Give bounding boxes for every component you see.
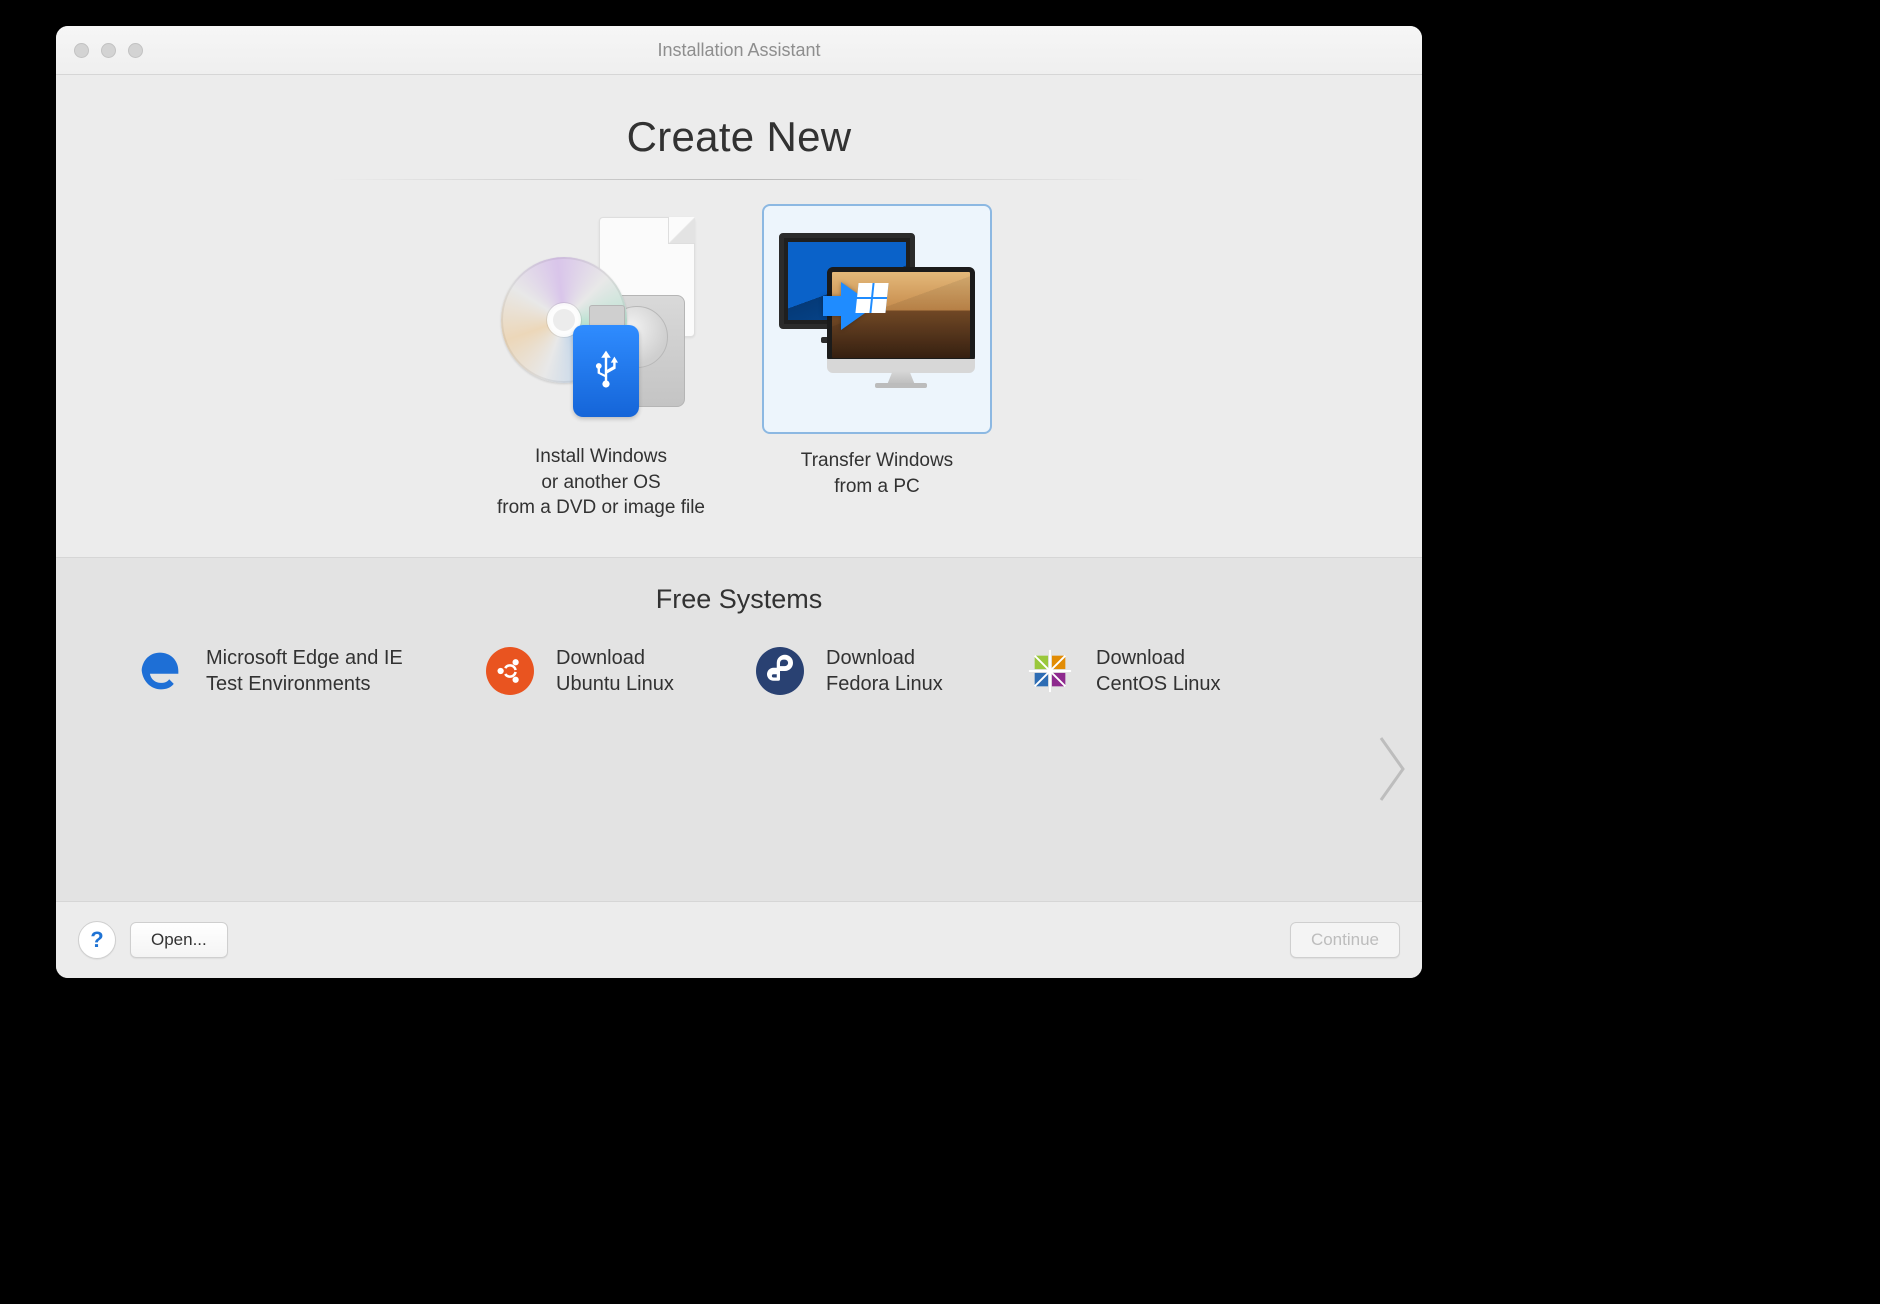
usb-drive-icon: [573, 305, 639, 417]
option-install-os-card: [488, 204, 714, 430]
transfer-windows-icon: [779, 227, 975, 411]
install-media-icon: [501, 217, 701, 417]
free-item-label: Download Fedora Linux: [826, 645, 943, 697]
caption-line: Transfer Windows: [801, 450, 953, 471]
label-line: Download: [556, 647, 645, 669]
free-item-label: Download Ubuntu Linux: [556, 645, 674, 697]
create-new-heading: Create New: [96, 113, 1382, 161]
titlebar: Installation Assistant: [56, 26, 1422, 75]
label-line: Download: [826, 647, 915, 669]
option-install-os-caption: Install Windows or another OS from a DVD…: [497, 444, 705, 521]
caption-line: or another OS: [541, 472, 660, 493]
bottom-bar: ? Open... Continue: [56, 901, 1422, 978]
label-line: Ubuntu Linux: [556, 673, 674, 695]
free-systems-section: Free Systems Microsoft Edge and IE Test …: [56, 557, 1422, 901]
continue-button-label: Continue: [1311, 930, 1379, 950]
close-window-button[interactable]: [74, 43, 89, 58]
window-title: Installation Assistant: [56, 40, 1422, 61]
window-controls: [74, 43, 143, 58]
label-line: CentOS Linux: [1096, 673, 1221, 695]
help-button[interactable]: ?: [78, 921, 116, 959]
separator-line: [329, 179, 1149, 180]
label-line: Microsoft Edge and IE: [206, 647, 403, 669]
free-item-fedora[interactable]: Download Fedora Linux: [756, 645, 976, 697]
windows-logo-icon: [855, 283, 888, 313]
open-button-label: Open...: [151, 930, 207, 950]
free-item-centos[interactable]: Download CentOS Linux: [1026, 645, 1246, 697]
installation-assistant-window: Installation Assistant Create New: [56, 26, 1422, 978]
free-item-ubuntu[interactable]: Download Ubuntu Linux: [486, 645, 706, 697]
create-new-section: Create New: [56, 75, 1422, 557]
centos-icon: [1026, 647, 1074, 695]
free-item-label: Download CentOS Linux: [1096, 645, 1221, 697]
option-transfer-windows-card: [762, 204, 992, 434]
free-systems-heading: Free Systems: [96, 584, 1382, 615]
fedora-icon: [756, 647, 804, 695]
chevron-right-icon: [1377, 734, 1407, 804]
free-item-edge-ie[interactable]: Microsoft Edge and IE Test Environments: [136, 645, 436, 697]
minimize-window-button[interactable]: [101, 43, 116, 58]
edge-icon: [136, 647, 184, 695]
label-line: Fedora Linux: [826, 673, 943, 695]
caption-line: Install Windows: [535, 446, 667, 467]
label-line: Download: [1096, 647, 1185, 669]
ubuntu-icon: [486, 647, 534, 695]
caption-line: from a DVD or image file: [497, 497, 705, 518]
help-icon: ?: [90, 927, 103, 953]
free-systems-row: Microsoft Edge and IE Test Environments …: [96, 645, 1382, 697]
create-options-row: Install Windows or another OS from a DVD…: [96, 204, 1382, 521]
label-line: Test Environments: [206, 673, 371, 695]
caption-line: from a PC: [834, 476, 920, 497]
continue-button[interactable]: Continue: [1290, 922, 1400, 958]
free-systems-next-button[interactable]: [1368, 725, 1416, 813]
option-install-os[interactable]: Install Windows or another OS from a DVD…: [476, 204, 726, 521]
open-button[interactable]: Open...: [130, 922, 228, 958]
option-transfer-windows-caption: Transfer Windows from a PC: [801, 448, 953, 499]
option-transfer-windows[interactable]: Transfer Windows from a PC: [752, 204, 1002, 499]
zoom-window-button[interactable]: [128, 43, 143, 58]
free-item-label: Microsoft Edge and IE Test Environments: [206, 645, 403, 697]
